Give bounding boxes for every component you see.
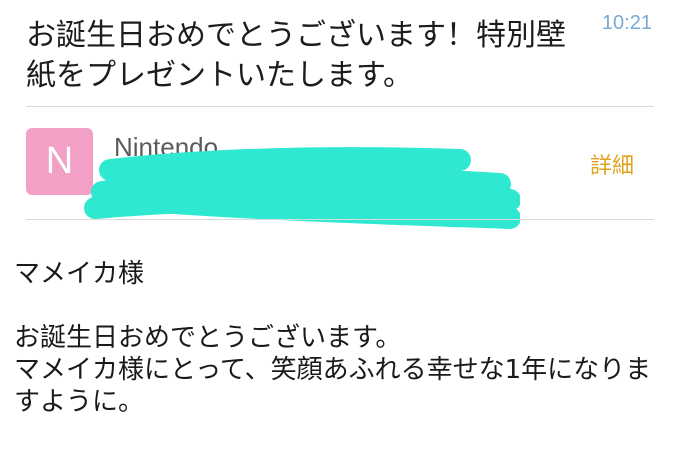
email-timestamp: 10:21 [601,12,652,34]
email-body: マメイカ様 お誕生日おめでとうございます。 マメイカ様にとって、笑顔あふれる幸せ… [14,258,674,418]
header-divider [26,106,654,107]
body-line: マメイカ様にとって、笑顔あふれる幸せな1年になりますように。 [14,355,652,417]
body-line: お誕生日おめでとうございます。 [14,323,402,353]
email-subject: お誕生日おめでとうございます！特別壁紙をプレゼントいたします。 [26,18,566,93]
details-link[interactable]: 詳細 [590,148,634,180]
redaction-scribble [84,147,520,229]
sender-divider [26,219,654,220]
body-greeting: マメイカ様 [14,259,145,289]
